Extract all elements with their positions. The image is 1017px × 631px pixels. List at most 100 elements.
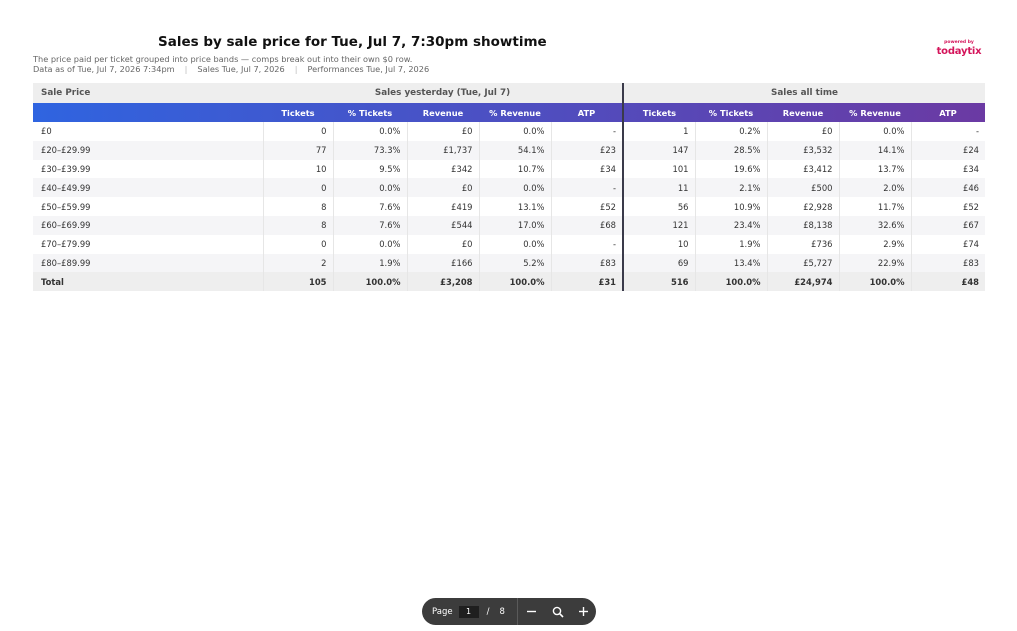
yesterday-tickets-cell: 2 [263, 253, 334, 273]
yesterday-revenue-cell: £342 [407, 159, 480, 179]
alltime-atp-cell: £83 [963, 257, 980, 268]
yesterday-pct-revenue-cell: 0.0% [479, 178, 552, 198]
yesterday-pct-tickets-cell: 0.0% [333, 234, 408, 254]
yesterday-atp-cell: £83 [551, 253, 624, 273]
performances-date: Performances Tue, Jul 7, 2026 [307, 64, 430, 74]
yesterday-pct-tickets-cell: 7.6% [333, 197, 408, 216]
alltime-tickets-cell: 516 [623, 272, 696, 292]
alltime-pct-revenue-cell: 32.6% [839, 215, 912, 235]
yesterday-pct-revenue-cell: 5.2% [479, 253, 552, 273]
alltime-tickets-cell: 10 [623, 234, 696, 254]
col-alltime-pct-revenue[interactable]: % Revenue [839, 103, 911, 122]
alltime-revenue-cell: £500 [767, 178, 840, 198]
alltime-revenue-cell: £5,727 [767, 253, 840, 273]
yesterday-pct-revenue-cell: 0.0% [479, 234, 552, 254]
alltime-tickets-cell: 11 [623, 178, 696, 198]
col-alltime-tickets[interactable]: Tickets [623, 103, 695, 122]
yesterday-tickets-cell: 0 [263, 178, 334, 198]
col-yesterday-atp[interactable]: ATP [551, 103, 624, 122]
alltime-revenue-cell: £0 [767, 122, 840, 141]
alltime-revenue-cell: £3,532 [767, 140, 840, 160]
yesterday-revenue-cell: £0 [407, 122, 480, 141]
alltime-revenue-cell: £736 [767, 234, 840, 254]
price-band-cell: £50–£59.99 [33, 197, 264, 216]
col-yesterday-pct-revenue[interactable]: % Revenue [479, 103, 551, 122]
brand-name: todaytix [936, 46, 982, 57]
yesterday-tickets-cell: 0 [263, 234, 334, 254]
yesterday-revenue-cell: £3,208 [407, 272, 480, 292]
price-band-cell: £40–£49.99 [33, 178, 264, 198]
alltime-pct-revenue-cell: 2.0% [839, 178, 912, 198]
price-band-cell: £80–£89.99 [33, 253, 264, 273]
yesterday-atp-cell: - [551, 122, 624, 141]
zoom-in-button[interactable] [572, 604, 596, 619]
col-alltime-revenue[interactable]: Revenue [767, 103, 839, 122]
alltime-tickets-cell: 147 [623, 140, 696, 160]
yesterday-tickets-cell: 77 [263, 140, 334, 160]
column-header-row: Tickets % Tickets Revenue % Revenue ATP … [33, 103, 986, 122]
alltime-pct-tickets-cell: 100.0% [695, 272, 768, 292]
col-alltime-atp[interactable]: ATP [911, 103, 985, 122]
alltime-revenue-cell: £24,974 [767, 272, 840, 292]
col-yesterday-pct-tickets[interactable]: % Tickets [333, 103, 407, 122]
page-total: 8 [499, 606, 505, 617]
yesterday-atp-cell: £52 [551, 197, 624, 216]
yesterday-pct-tickets-cell: 1.9% [333, 253, 408, 273]
alltime-atp-cell: - [975, 126, 980, 137]
alltime-revenue-cell: £2,928 [767, 197, 840, 216]
alltime-pct-tickets-cell: 23.4% [695, 215, 768, 235]
price-band-cell: £30–£39.99 [33, 159, 264, 179]
price-band-cell: £60–£69.99 [33, 215, 264, 235]
price-band-cell: £0 [33, 122, 264, 141]
alltime-pct-revenue-cell: 13.7% [839, 159, 912, 179]
sales-table: Sale Price Sales yesterday (Tue, Jul 7) … [33, 83, 986, 292]
alltime-pct-revenue-cell: 100.0% [839, 272, 912, 292]
sale-price-header: Sale Price [41, 88, 91, 98]
zoom-out-button[interactable] [520, 604, 544, 619]
alltime-tickets-cell: 101 [623, 159, 696, 179]
yesterday-atp-cell: £23 [551, 140, 624, 160]
total-row: Total 105 100.0% £3,208 100.0% £31 516 100.0% £2… [33, 272, 986, 292]
col-yesterday-tickets[interactable]: Tickets [263, 103, 333, 122]
yesterday-revenue-cell: £0 [407, 234, 480, 254]
data-as-of: Data as of Tue, Jul 7, 2026 7:34pm [33, 64, 175, 74]
yesterday-pct-tickets-cell: 0.0% [333, 122, 408, 141]
alltime-pct-tickets-cell: 2.1% [695, 178, 768, 198]
yesterday-atp-cell: - [551, 234, 624, 254]
report-subtitle: The price paid per ticket grouped into p… [33, 54, 413, 64]
table-row: £30–£39.99 10 9.5% £342 10.7% £34 101 19.6% £3,4… [33, 159, 986, 179]
yesterday-pct-tickets-cell: 100.0% [333, 272, 408, 292]
alltime-tickets-cell: 56 [623, 197, 696, 216]
yesterday-pct-revenue-cell: 100.0% [479, 272, 552, 292]
col-yesterday-revenue[interactable]: Revenue [407, 103, 479, 122]
price-band-cell: £20–£29.99 [33, 140, 264, 160]
table-row: £40–£49.99 0 0.0% £0 0.0% -11 2.1% £500 2.0% £46 [33, 178, 986, 198]
yesterday-revenue-cell: £1,737 [407, 140, 480, 160]
table-body: £0 0 0.0% £0 0.0% -1 0.2% £0 0.0% - £20–£29.99 77 73… [33, 122, 986, 292]
yesterday-pct-tickets-cell: 73.3% [333, 140, 408, 160]
page-controls: Page / 8 [422, 598, 596, 625]
sales-date: Sales Tue, Jul 7, 2026 [197, 64, 285, 74]
total-label: Total [33, 272, 264, 292]
zoom-fit-button[interactable] [546, 604, 570, 619]
yesterday-pct-tickets-cell: 9.5% [333, 159, 408, 179]
yesterday-atp-cell: £68 [551, 215, 624, 235]
yesterday-atp-cell: - [551, 178, 624, 198]
report-title: Sales by sale price for Tue, Jul 7, 7:30… [158, 34, 547, 50]
alltime-pct-revenue-cell: 14.1% [839, 140, 912, 160]
page-number-input[interactable] [458, 605, 479, 618]
yesterday-tickets-cell: 10 [263, 159, 334, 179]
group-sales-yesterday: Sales yesterday (Tue, Jul 7) [263, 83, 624, 103]
alltime-pct-tickets-cell: 19.6% [695, 159, 768, 179]
alltime-pct-tickets-cell: 1.9% [695, 234, 768, 254]
alltime-tickets-cell: 1 [623, 122, 696, 141]
col-alltime-pct-tickets[interactable]: % Tickets [695, 103, 767, 122]
yesterday-pct-revenue-cell: 0.0% [479, 122, 552, 141]
column-header-blank [33, 103, 263, 122]
yesterday-revenue-cell: £166 [407, 253, 480, 273]
alltime-pct-tickets-cell: 13.4% [695, 253, 768, 273]
yesterday-revenue-cell: £0 [407, 178, 480, 198]
yesterday-pct-tickets-cell: 7.6% [333, 215, 408, 235]
alltime-pct-tickets-cell: 28.5% [695, 140, 768, 160]
alltime-tickets-cell: 69 [623, 253, 696, 273]
